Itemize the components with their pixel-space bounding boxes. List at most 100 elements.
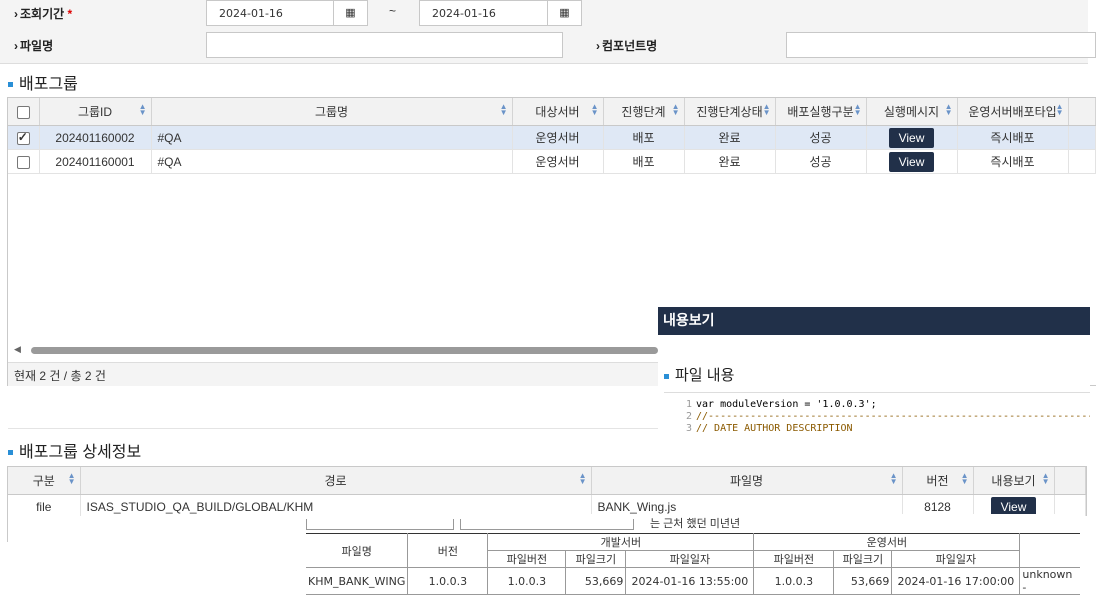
- popup-title-bar: 내용보기: [658, 307, 1090, 335]
- popup-subtitle: 파일 내용: [664, 364, 734, 385]
- sort-icon[interactable]: ▲ ▼: [68, 472, 76, 486]
- sort-icon[interactable]: ▲ ▼: [591, 103, 599, 117]
- sort-icon[interactable]: ▲ ▼: [854, 103, 862, 117]
- col-label: 대상서버: [535, 105, 580, 119]
- cell-deploy-type: 즉시배포: [957, 125, 1069, 150]
- component-input[interactable]: [786, 32, 1096, 58]
- cell-view: View: [973, 494, 1055, 516]
- cell-group-id: 202401160001: [39, 149, 152, 174]
- row-checkbox-cell[interactable]: [8, 125, 40, 150]
- group-section-title: 배포그룹: [8, 70, 78, 94]
- sort-icon[interactable]: ▲ ▼: [1042, 472, 1050, 486]
- component-label-text: 컴포넌트명: [602, 39, 658, 53]
- cell-server: 운영서버: [512, 125, 604, 150]
- col-filename[interactable]: 파일명 ▲ ▼: [591, 467, 903, 495]
- cell-stage: 배포: [603, 149, 685, 174]
- sort-icon[interactable]: ▲ ▼: [945, 103, 953, 117]
- period-label: › 조회기간 *: [14, 7, 73, 21]
- group-section-title-text: 배포그룹: [19, 76, 78, 93]
- col-stage-status[interactable]: 진행단계상태 ▲ ▼: [684, 98, 776, 126]
- col-label: 그룹명: [314, 105, 349, 119]
- cell-dev-size: 53,669: [565, 567, 627, 595]
- col-view[interactable]: 내용보기 ▲ ▼: [973, 467, 1055, 495]
- h-prod-fsize: 파일크기: [833, 550, 893, 568]
- col-label: 경로: [324, 474, 347, 488]
- h-dev-fsize: 파일크기: [565, 550, 627, 568]
- sort-icon[interactable]: ▲ ▼: [890, 472, 898, 486]
- file-compare-table: 파일명 버전 개발서버 운영서버 파일버전 파일크기 파일일자 파일버전 파일크…: [306, 533, 1080, 595]
- table-row[interactable]: 202401160001 #QA 운영서버 배포 완료 성공 View 즉시배포: [8, 149, 1096, 174]
- col-label: 버전: [926, 474, 949, 488]
- grid-footer: 현재 2 건 / 총 2 건: [8, 362, 658, 386]
- view-message-button[interactable]: View: [888, 127, 935, 148]
- period-label-text: 조회기간: [20, 7, 65, 21]
- cell-version: 8128: [902, 494, 974, 516]
- cell-status: 완료: [684, 125, 776, 150]
- code-text: // DATE AUTHOR DESCRIPTION: [696, 423, 853, 434]
- table-row[interactable]: 202401160002 #QA 운영서버 배포 완료 성공 View 즉시배포: [8, 125, 1096, 150]
- row-checkbox[interactable]: [16, 130, 30, 145]
- code-viewer[interactable]: 1 var moduleVersion = '1.0.0.3'; 2 //-----…: [664, 392, 1090, 439]
- cell-filename: BANK_Wing.js: [591, 494, 903, 516]
- filename-input[interactable]: [206, 32, 563, 58]
- col-exec-message[interactable]: 실행메시지 ▲ ▼: [866, 98, 958, 126]
- cell-group-name: #QA: [151, 125, 513, 150]
- cell-group-id: 202401160002: [39, 125, 152, 150]
- col-group-id[interactable]: 그룹ID ▲ ▼: [39, 98, 152, 126]
- col-type[interactable]: 구분 ▲ ▼: [8, 467, 81, 495]
- calendar-from-icon[interactable]: ▦: [333, 0, 368, 26]
- select-all-checkbox[interactable]: [16, 105, 30, 119]
- row-checkbox[interactable]: [16, 155, 30, 169]
- cell-message: View: [866, 149, 958, 174]
- col-exec-type[interactable]: 배포실행구분 ▲ ▼: [775, 98, 867, 126]
- col-deploy-type[interactable]: 운영서버배포타입 ▲ ▼: [957, 98, 1069, 126]
- sort-icon[interactable]: ▲ ▼: [672, 103, 680, 117]
- view-message-button[interactable]: View: [888, 151, 935, 172]
- cell-file-name: KHM_BANK_WING: [306, 567, 409, 595]
- col-target-server[interactable]: 대상서버 ▲ ▼: [512, 98, 604, 126]
- date-to-input[interactable]: 2024-01-16: [419, 0, 548, 26]
- scroll-left-icon[interactable]: ◀: [14, 344, 21, 355]
- table-row[interactable]: file ISAS_STUDIO_QA_BUILD/GLOBAL/KHM BAN…: [8, 494, 1086, 516]
- code-line: 3 // DATE AUTHOR DESCRIPTION: [664, 423, 1090, 435]
- sort-icon[interactable]: ▲ ▼: [763, 103, 771, 117]
- bullet-icon: [664, 373, 669, 379]
- sort-icon[interactable]: ▲ ▼: [961, 472, 969, 486]
- col-path[interactable]: 경로 ▲ ▼: [80, 467, 592, 495]
- cell-version: 1.0.0.3: [407, 567, 489, 595]
- col-stage[interactable]: 진행단계 ▲ ▼: [603, 98, 685, 126]
- sort-icon[interactable]: ▲ ▼: [139, 103, 147, 117]
- col-label: 그룹ID: [77, 105, 113, 119]
- horizontal-scrollbar[interactable]: ◀: [14, 344, 658, 355]
- partial-box: [306, 519, 454, 530]
- date-from-input[interactable]: 2024-01-16: [206, 0, 334, 26]
- col-label: 배포실행구분: [787, 105, 854, 119]
- h-filename: 파일명: [306, 533, 409, 568]
- sort-icon[interactable]: ▲ ▼: [579, 472, 587, 486]
- required-mark: *: [67, 7, 73, 21]
- detail-section-title: 배포그룹 상세정보: [8, 438, 141, 462]
- col-version[interactable]: 버전 ▲ ▼: [902, 467, 974, 495]
- grid-border: [7, 516, 8, 542]
- record-count: 현재 2 건 / 총 2 건: [14, 369, 106, 383]
- sort-icon[interactable]: ▲ ▼: [1056, 103, 1064, 117]
- h-dev-fdate: 파일일자: [625, 550, 755, 568]
- scrollbar-thumb[interactable]: [31, 347, 658, 354]
- bullet-icon: [8, 450, 13, 456]
- cell-status: 완료: [684, 149, 776, 174]
- filename-label-text: 파일명: [20, 39, 54, 53]
- partial-box: [460, 519, 634, 530]
- h-extra: [1019, 533, 1080, 568]
- sort-icon[interactable]: ▲ ▼: [500, 103, 508, 117]
- line-number: 2: [685, 411, 692, 422]
- row-checkbox-cell[interactable]: [8, 149, 40, 174]
- h-prod-server: 운영서버: [753, 533, 1021, 551]
- col-label: 내용보기: [991, 474, 1036, 488]
- col-group-name[interactable]: 그룹명 ▲ ▼: [151, 98, 513, 126]
- table-row[interactable]: KHM_BANK_WING 1.0.0.3 1.0.0.3 53,669 202…: [306, 567, 1080, 595]
- calendar-to-icon[interactable]: ▦: [547, 0, 582, 26]
- cell-prod-ver: 1.0.0.3: [753, 567, 835, 595]
- cell-dev-date: 2024-01-16 13:55:00: [625, 567, 755, 595]
- select-all-cell[interactable]: [8, 98, 40, 126]
- code-line: 2 //-------------------------------------…: [664, 411, 1090, 423]
